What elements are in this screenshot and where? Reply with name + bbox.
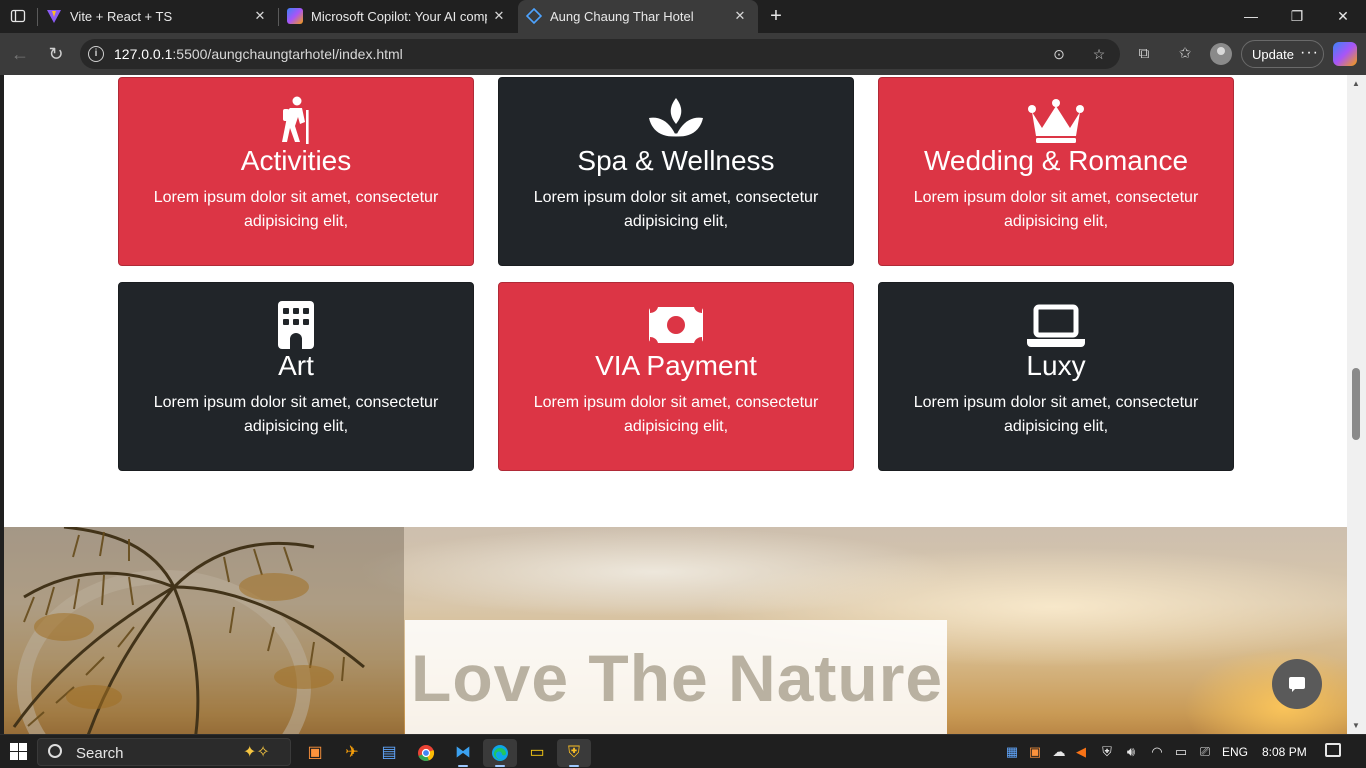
- vscode-icon[interactable]: ⧓: [446, 739, 480, 767]
- palm-tree-image: [4, 527, 404, 734]
- page-favicon-icon: [525, 7, 543, 25]
- laptop-icon: [1026, 301, 1086, 349]
- card-description: Lorem ipsum dolor sit amet, consectetur …: [153, 394, 439, 435]
- tray-battery-icon[interactable]: ▭: [1172, 743, 1190, 761]
- notifications-icon[interactable]: [1325, 743, 1341, 757]
- scrollbar-thumb[interactable]: [1352, 368, 1360, 440]
- chat-button[interactable]: [1272, 659, 1322, 709]
- card-title: Activities: [240, 145, 352, 176]
- url-path: :5500/aungchaungtarhotel/index.html: [172, 46, 403, 62]
- page-scrollbar[interactable]: ▲ ▼: [1347, 75, 1366, 734]
- tab-title: Aung Chaung Thar Hotel: [550, 9, 694, 24]
- page-viewport: Activities Lorem ipsum dolor sit amet, c…: [4, 75, 1347, 734]
- more-tools-circle-icon[interactable]: ⊙: [1050, 45, 1068, 63]
- back-arrow-icon[interactable]: ←: [8, 42, 32, 66]
- hero-sunset-glow: [1184, 647, 1347, 734]
- copilot-icon[interactable]: [1333, 42, 1357, 66]
- card-title: Wedding & Romance: [923, 145, 1189, 176]
- crown-icon: [1026, 96, 1086, 144]
- browser-toolbar: ← ↻ i 127.0.0.1:5500/aungchaungtarhotel/…: [0, 33, 1366, 75]
- update-button[interactable]: Update ···: [1241, 40, 1324, 68]
- close-window-icon[interactable]: ✕: [1320, 0, 1366, 33]
- spa-icon: [646, 96, 706, 144]
- tray-wifi-icon[interactable]: ◠: [1148, 743, 1166, 761]
- url-host: 127.0.0.1: [114, 46, 173, 62]
- scroll-down-arrow-icon[interactable]: ▼: [1352, 721, 1360, 730]
- tab-title: Microsoft Copilot: Your AI compa: [311, 9, 487, 24]
- update-label: Update: [1252, 47, 1294, 62]
- clock-time[interactable]: 8:08 PM: [1262, 745, 1307, 759]
- refresh-icon[interactable]: ↻: [44, 42, 68, 66]
- chrome-icon[interactable]: [409, 739, 443, 767]
- service-card-payment[interactable]: VIA Payment Lorem ipsum dolor sit amet, …: [498, 282, 854, 471]
- desktop-app-icon[interactable]: ▤: [372, 739, 406, 767]
- service-card-luxy[interactable]: Luxy Lorem ipsum dolor sit amet, consect…: [878, 282, 1234, 471]
- tray-speaker-icon[interactable]: 🔊︎: [1122, 743, 1140, 761]
- tab-title: Vite + React + TS: [70, 9, 173, 24]
- windows-taskbar: Search ✦✧ ▣ ✈ ▤ ⧓ ▭ ⛨ ▦ ▣ ☁ ◀ ⛨ 🔊︎ ◠ ▭ ⎚…: [0, 734, 1366, 768]
- tab-hotel[interactable]: Aung Chaung Thar Hotel ✕: [518, 0, 758, 33]
- hero-section: Love The Nature: [4, 527, 1347, 734]
- card-description: Lorem ipsum dolor sit amet, consectetur …: [153, 189, 439, 230]
- tray-display-icon[interactable]: ⎚: [1196, 743, 1214, 761]
- file-explorer-icon[interactable]: ▭: [520, 739, 554, 767]
- more-options-icon[interactable]: ···: [1300, 44, 1319, 62]
- card-description: Lorem ipsum dolor sit amet, consectetur …: [533, 394, 819, 435]
- shield-app-icon[interactable]: ⛨: [557, 739, 591, 767]
- tray-volume-alert-icon[interactable]: ◀: [1072, 743, 1090, 761]
- scroll-up-arrow-icon[interactable]: ▲: [1352, 79, 1360, 88]
- service-card-wedding[interactable]: Wedding & Romance Lorem ipsum dolor sit …: [878, 77, 1234, 266]
- close-tab-icon[interactable]: ✕: [489, 6, 509, 26]
- site-info-icon[interactable]: i: [88, 46, 104, 62]
- url-text: 127.0.0.1:5500/aungchaungtarhotel/index.…: [114, 46, 403, 62]
- new-tab-icon[interactable]: +: [764, 5, 788, 27]
- service-card-spa[interactable]: Spa & Wellness Lorem ipsum dolor sit ame…: [498, 77, 854, 266]
- windows-start-icon[interactable]: [10, 743, 27, 760]
- minimize-icon[interactable]: —: [1228, 0, 1274, 33]
- tray-app-icon[interactable]: ▦: [1003, 743, 1021, 761]
- language-indicator[interactable]: ENG: [1222, 745, 1248, 759]
- card-title: Luxy: [1026, 350, 1086, 381]
- service-card-art[interactable]: Art Lorem ipsum dolor sit amet, consecte…: [118, 282, 474, 471]
- close-tab-icon[interactable]: ✕: [250, 6, 270, 26]
- tray-cloud-icon[interactable]: ☁: [1050, 743, 1068, 761]
- card-title: Art: [278, 350, 314, 381]
- profile-avatar[interactable]: [1210, 43, 1232, 65]
- taskbar-search[interactable]: Search ✦✧: [37, 738, 291, 766]
- copilot-logo-icon: [287, 8, 303, 24]
- chat-bubble-icon: [1289, 677, 1305, 692]
- card-description: Lorem ipsum dolor sit amet, consectetur …: [913, 189, 1199, 230]
- extensions-icon[interactable]: ⧉: [1134, 44, 1154, 64]
- favorites-icon[interactable]: ✩: [1175, 44, 1195, 64]
- address-bar[interactable]: i 127.0.0.1:5500/aungchaungtarhotel/inde…: [80, 39, 1120, 69]
- favorite-star-icon[interactable]: ☆: [1090, 45, 1108, 63]
- building-icon: [266, 301, 326, 349]
- card-title: VIA Payment: [595, 350, 757, 381]
- tab-actions-icon[interactable]: [10, 8, 28, 26]
- card-description: Lorem ipsum dolor sit amet, consectetur …: [533, 189, 819, 230]
- service-card-activities[interactable]: Activities Lorem ipsum dolor sit amet, c…: [118, 77, 474, 266]
- vite-logo-icon: [46, 8, 62, 24]
- hero-title-box: Love The Nature: [405, 620, 947, 734]
- search-label: Search: [76, 745, 124, 762]
- tray-security-icon[interactable]: ⛨: [1098, 743, 1116, 761]
- card-title: Spa & Wellness: [577, 145, 775, 176]
- tray-xampp-icon[interactable]: ▣: [1026, 743, 1044, 761]
- tab-vite[interactable]: Vite + React + TS ✕: [38, 0, 278, 33]
- restore-icon[interactable]: ❐: [1274, 0, 1320, 33]
- tab-copilot[interactable]: Microsoft Copilot: Your AI compa ✕: [279, 0, 517, 33]
- xampp-icon[interactable]: ▣: [298, 739, 332, 767]
- sparkle-icon: ✦✧: [243, 744, 270, 761]
- hero-title: Love The Nature: [411, 641, 944, 715]
- hiking-icon: [266, 96, 326, 144]
- edge-icon[interactable]: [483, 739, 517, 767]
- money-bill-icon: [646, 301, 706, 349]
- browser-tab-bar: Vite + React + TS ✕ Microsoft Copilot: Y…: [0, 0, 1366, 33]
- card-description: Lorem ipsum dolor sit amet, consectetur …: [913, 394, 1199, 435]
- close-tab-icon[interactable]: ✕: [730, 6, 750, 26]
- search-icon: [48, 744, 62, 758]
- app-bird-icon[interactable]: ✈: [335, 739, 369, 767]
